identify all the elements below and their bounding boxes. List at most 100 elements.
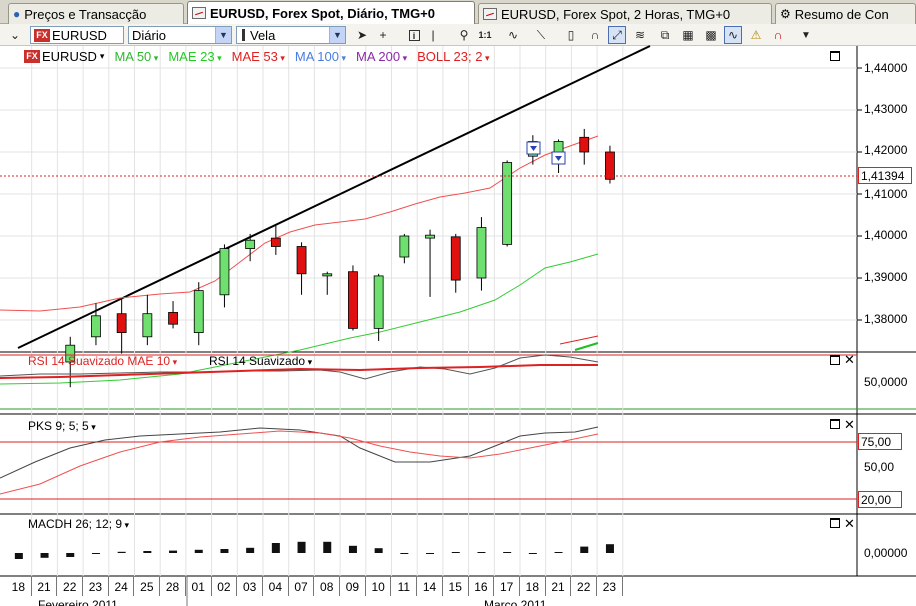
date-label: 10: [366, 577, 392, 596]
legend-ma100[interactable]: MA 100: [295, 49, 346, 64]
macd-bar: [169, 550, 178, 553]
candle-body: [296, 246, 307, 275]
macd-bar: [91, 553, 100, 554]
mae-53-line: [559, 335, 599, 345]
macd-bar: [374, 548, 383, 553]
vertical-grid: [31, 46, 624, 576]
date-label: 21: [32, 577, 58, 596]
date-label: 28: [160, 577, 186, 596]
macd-bar: [323, 541, 332, 553]
date-label: 22: [57, 577, 84, 596]
candle-bearish: [296, 242, 307, 295]
legend-ma50[interactable]: MA 50: [114, 49, 158, 64]
macd-bar: [14, 553, 23, 559]
main-legend: FX EURUSD▾ MA 50 MAE 23 MAE 53 MA 100 MA…: [24, 49, 489, 64]
macd-bar: [580, 546, 589, 553]
macd-bar: [554, 552, 563, 553]
date-label: 22: [571, 577, 598, 596]
rsi-mae-title[interactable]: RSI 14 Suavizado MAE 10: [28, 354, 177, 368]
maximize-main-panel-icon[interactable]: [830, 51, 840, 61]
candle-bearish: [348, 265, 358, 331]
price-axis-ticks: [857, 67, 862, 321]
price-label: 1,44000: [864, 61, 908, 75]
maximize-rsi-panel-icon[interactable]: [830, 355, 840, 365]
date-label: 11: [392, 577, 418, 596]
candle-bullish: [399, 233, 410, 264]
candle-bearish: [116, 299, 127, 354]
month-label: Março 2011: [484, 598, 547, 606]
date-label: 25: [135, 577, 161, 596]
price-label: 1,43000: [864, 102, 908, 116]
candle-body: [322, 273, 333, 277]
pks-lower-tag: 20,00: [858, 491, 902, 508]
pks-mid-label: 50,00: [864, 460, 895, 474]
maximize-macd-panel-icon[interactable]: [830, 518, 840, 528]
legend-boll[interactable]: BOLL 23; 2: [417, 49, 489, 64]
date-label: 18: [520, 577, 546, 596]
candle-body: [193, 290, 204, 334]
date-label: 01: [186, 577, 212, 596]
price-label: 1,40000: [864, 228, 908, 242]
legend-ma200[interactable]: MA 200: [356, 49, 407, 64]
macd-bar: [400, 553, 409, 554]
chart-canvas[interactable]: [0, 0, 916, 606]
close-macd-panel-icon[interactable]: ✕: [844, 517, 855, 530]
candle-bearish: [605, 145, 615, 184]
date-label: 18: [6, 577, 32, 596]
pks-upper-tag: 75,00: [858, 433, 902, 450]
macd-bar: [66, 553, 75, 557]
candle-bearish: [270, 225, 281, 255]
macd-bar: [40, 553, 49, 558]
macd-bar: [426, 553, 435, 554]
macd-bar: [605, 544, 614, 553]
macd-bar: [117, 551, 126, 553]
candle-bearish: [450, 233, 461, 293]
macd-bar: [220, 549, 229, 553]
date-label: 23: [83, 577, 109, 596]
rsi-title[interactable]: RSI 14 Suavizado: [209, 354, 312, 368]
candle-body: [116, 313, 127, 334]
candle-body: [348, 271, 358, 329]
legend-mae53[interactable]: MAE 53: [232, 49, 285, 64]
macd-title[interactable]: MACDH 26; 12; 9: [28, 517, 129, 531]
date-label: 23: [597, 577, 623, 596]
close-pks-panel-icon[interactable]: ✕: [844, 418, 855, 431]
candle-body: [425, 234, 435, 239]
date-label: 09: [340, 577, 366, 596]
date-label: 17: [494, 577, 520, 596]
macd-bar: [194, 549, 203, 553]
macd-bar: [297, 541, 306, 553]
legend-symbol-label: EURUSD: [42, 49, 97, 64]
candle-body: [399, 235, 410, 258]
maximize-pks-panel-icon[interactable]: [830, 419, 840, 429]
candle-bullish: [322, 271, 333, 295]
candle-bullish: [502, 160, 513, 247]
price-label: 1,38000: [864, 312, 908, 326]
legend-mae23[interactable]: MAE 23: [168, 49, 221, 64]
pks-panel: [0, 426, 857, 500]
candle-body: [450, 236, 461, 281]
candle-bullish: [142, 294, 153, 346]
legend-symbol[interactable]: FX EURUSD ▾: [24, 49, 104, 64]
pks-title[interactable]: PKS 9; 5; 5: [28, 419, 96, 433]
price-label: 1,39000: [864, 270, 908, 284]
macd-bar: [451, 552, 460, 553]
candle-body: [142, 313, 153, 338]
candle-bullish: [476, 217, 487, 291]
macd-bar: [348, 545, 357, 553]
date-label: 07: [289, 577, 315, 596]
candle-body: [219, 248, 230, 296]
date-label: 03: [237, 577, 263, 596]
macd-bar: [503, 552, 512, 553]
candle-bullish: [193, 282, 204, 346]
date-label: 02: [212, 577, 238, 596]
candle-body: [168, 312, 178, 325]
close-rsi-panel-icon[interactable]: ✕: [844, 353, 855, 366]
candle-body: [605, 151, 615, 180]
candle-bearish: [579, 128, 590, 165]
candle-body: [373, 275, 384, 329]
macd-bar: [246, 547, 255, 553]
forex-icon: FX: [24, 50, 40, 63]
candle-bearish: [168, 301, 178, 329]
price-label: 1,41000: [864, 187, 908, 201]
